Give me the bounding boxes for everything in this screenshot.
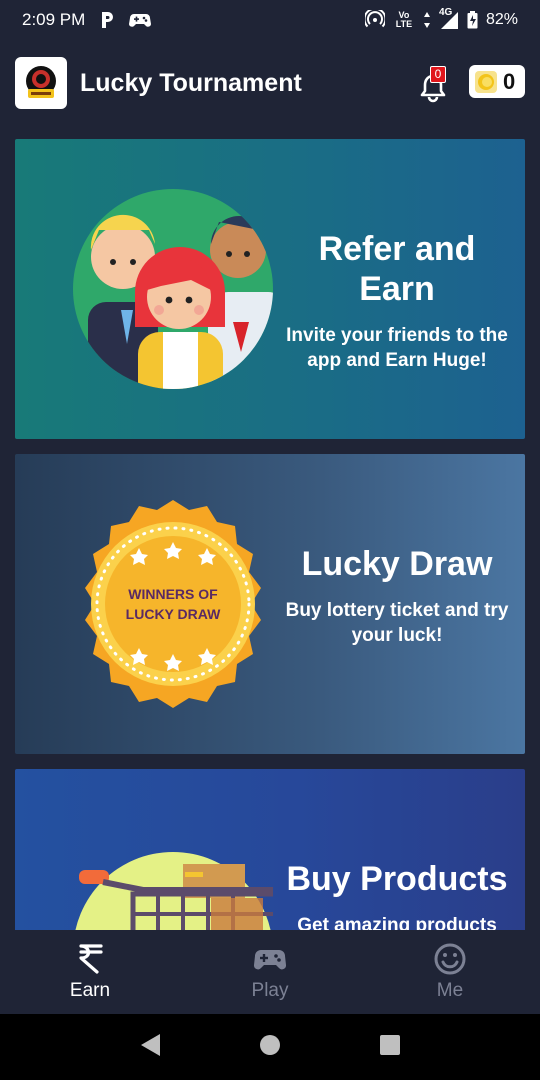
nav-play[interactable]: Play [180, 930, 360, 1014]
status-time: 2:09 PM [22, 10, 86, 29]
nav-earn[interactable]: Earn [0, 930, 180, 1014]
hotspot-icon [364, 10, 385, 30]
buy-products-text: Buy Products Get amazing products [277, 859, 517, 930]
app-title: Lucky Tournament [80, 68, 302, 97]
notifications-button[interactable]: 0 [418, 64, 452, 103]
rupee-icon [79, 944, 103, 974]
system-navigation-bar [0, 1014, 540, 1080]
lucky-draw-card[interactable]: WINNERS OF LUCKY DRAW Lucky Draw Buy lot… [15, 454, 525, 754]
lucky-draw-text: Lucky Draw Buy lottery ticket and try yo… [277, 544, 517, 648]
card-description: Get amazing products [297, 915, 497, 930]
signal-icon: 4G [439, 7, 459, 29]
battery-percent: 82% [485, 11, 518, 28]
nav-me[interactable]: Me [360, 930, 540, 1014]
notification-badge: 0 [430, 66, 446, 83]
back-triangle-icon [141, 1033, 160, 1056]
content-scroll[interactable]: Refer and Earn Invite your friends to th… [0, 126, 540, 930]
refer-earn-card[interactable]: Refer and Earn Invite your friends to th… [15, 139, 525, 439]
parking-icon [99, 11, 115, 29]
bottom-navigation: Earn Play Me [0, 930, 540, 1014]
coin-balance[interactable]: 0 [469, 65, 525, 98]
shopping-cart-illustration [75, 852, 273, 930]
data-arrows-icon [423, 12, 431, 28]
network-label: 4G [438, 7, 453, 18]
refer-earn-text: Refer and Earn Invite your friends to th… [277, 229, 517, 373]
card-title: Buy Products [286, 860, 508, 898]
recents-square-icon [380, 1034, 400, 1055]
home-circle-icon [260, 1034, 280, 1055]
coin-icon [475, 70, 497, 93]
card-description: Buy lottery ticket and try your luck! [285, 600, 509, 646]
back-button[interactable] [138, 1032, 162, 1063]
coin-count: 0 [503, 68, 516, 94]
gamepad-icon [129, 12, 152, 28]
nav-label: Play [251, 980, 289, 1001]
nav-label: Me [436, 980, 464, 1001]
card-title: Lucky Draw [301, 545, 493, 583]
recents-button[interactable] [378, 1033, 402, 1062]
volte-label: Vo LTE [395, 10, 413, 29]
app-bar: Lucky Tournament 0 0 [0, 40, 540, 126]
smiley-icon [434, 943, 466, 975]
gamepad-icon [253, 950, 287, 970]
home-button[interactable] [258, 1033, 282, 1062]
battery-icon [467, 11, 478, 29]
card-description: Invite your friends to the app and Earn … [286, 325, 508, 371]
volte-icon: Vo LTE [393, 11, 415, 29]
status-bar: 2:09 PM Vo LTE 4G 82% [0, 0, 540, 40]
card-title: Refer and Earn [318, 230, 476, 308]
medal-text: WINNERS OF LUCKY DRAW [125, 586, 221, 622]
nav-label: Earn [69, 980, 111, 1001]
buy-products-card[interactable]: Buy Products Get amazing products [15, 769, 525, 930]
app-logo[interactable] [15, 57, 67, 109]
people-illustration [73, 189, 273, 389]
